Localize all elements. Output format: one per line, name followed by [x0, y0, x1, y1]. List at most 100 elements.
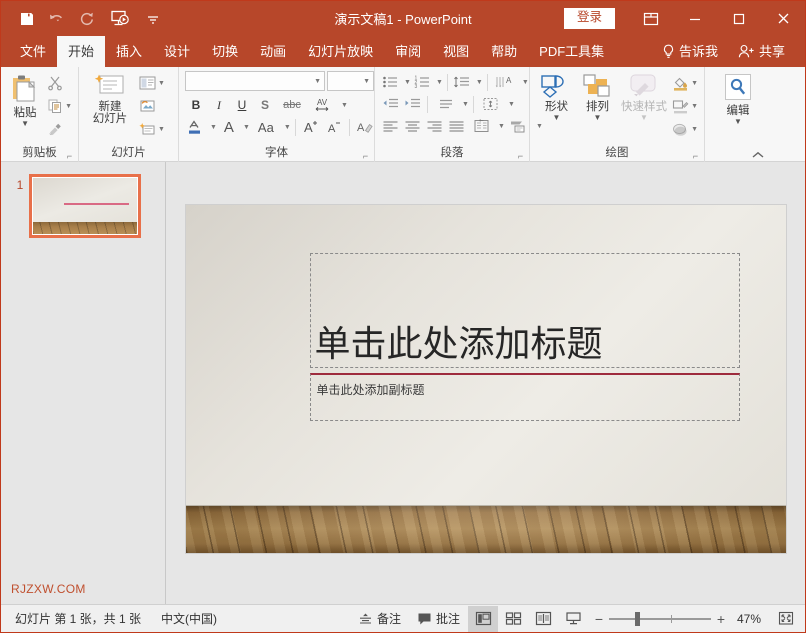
paste-dropdown-caret[interactable]: ▼	[21, 120, 29, 128]
layout-dropdown-caret[interactable]: ▼	[158, 80, 165, 87]
increase-font-size-button[interactable]: A	[300, 117, 322, 138]
new-slide-button[interactable]: 新建 幻灯片	[83, 70, 137, 125]
collapse-ribbon-button[interactable]	[751, 150, 765, 160]
tab-review[interactable]: 审阅	[384, 36, 432, 67]
bold-button[interactable]: B	[185, 95, 207, 116]
slideshow-view-button[interactable]	[558, 606, 588, 632]
zoom-slider[interactable]	[609, 611, 711, 626]
numbering-button[interactable]: 123	[412, 72, 433, 93]
align-left-button[interactable]	[380, 116, 401, 137]
character-spacing-caret[interactable]: ▼	[341, 102, 348, 109]
paragraph-spacing-button[interactable]	[432, 94, 459, 115]
language-status[interactable]: 中文(中国)	[151, 610, 227, 627]
font-size-combo[interactable]: ▼	[327, 71, 374, 91]
drawing-dialog-launcher[interactable]: ⌐	[691, 152, 700, 161]
reset-button[interactable]	[137, 95, 167, 117]
align-text-caret[interactable]: ▼	[508, 101, 515, 108]
arrange-button[interactable]: 排列 ▼	[577, 70, 618, 122]
clear-all-formatting-button[interactable]: A	[354, 117, 376, 138]
tab-design[interactable]: 设计	[153, 36, 201, 67]
tab-home[interactable]: 开始	[57, 36, 106, 67]
align-center-button[interactable]	[402, 116, 423, 137]
text-direction-button[interactable]: A	[492, 72, 519, 93]
subtitle-placeholder[interactable]: 单击此处添加副标题	[309, 373, 740, 421]
change-case-caret[interactable]: ▼	[284, 124, 291, 131]
numbering-caret[interactable]: ▼	[436, 79, 443, 86]
thumbnail-item[interactable]: 1	[1, 174, 165, 238]
line-spacing-button[interactable]	[452, 72, 473, 93]
zoom-out-button[interactable]: −	[594, 611, 604, 627]
copy-dropdown-caret[interactable]: ▼	[65, 103, 72, 110]
shape-effects-button[interactable]: ▼	[670, 118, 700, 140]
increase-indent-button[interactable]	[402, 94, 423, 115]
shape-fill-button[interactable]: ▼	[670, 72, 700, 94]
format-painter-button[interactable]	[45, 118, 74, 140]
tab-transitions[interactable]: 切换	[201, 36, 249, 67]
paragraph-dialog-launcher[interactable]: ⌐	[516, 152, 525, 161]
maximize-icon[interactable]	[717, 1, 761, 36]
shape-outline-button[interactable]: ▼	[670, 95, 700, 117]
slide-thumbnail-1[interactable]	[29, 174, 141, 238]
change-case-button[interactable]: Aa	[251, 117, 281, 138]
close-icon[interactable]	[761, 1, 805, 36]
shape-outline-caret[interactable]: ▼	[691, 103, 698, 110]
fit-slide-to-window-button[interactable]	[771, 606, 801, 632]
shapes-button[interactable]: 形状 ▼	[536, 70, 577, 122]
decrease-indent-button[interactable]	[380, 94, 401, 115]
reading-view-button[interactable]	[528, 606, 558, 632]
minimize-icon[interactable]	[673, 1, 717, 36]
justify-button[interactable]	[446, 116, 467, 137]
font-color-button[interactable]	[185, 117, 207, 138]
align-text-button[interactable]	[478, 94, 505, 115]
font-dialog-launcher[interactable]: ⌐	[361, 152, 370, 161]
save-icon[interactable]	[13, 6, 41, 32]
tab-view[interactable]: 视图	[432, 36, 480, 67]
text-highlight-caret[interactable]: ▼	[243, 124, 250, 131]
text-highlight-button[interactable]: A	[218, 117, 240, 138]
clipboard-dialog-launcher[interactable]: ⌐	[65, 152, 74, 161]
slide-editing-pane[interactable]: 单击此处添加标题 单击此处添加副标题	[166, 162, 805, 604]
italic-button[interactable]: I	[208, 95, 230, 116]
bullets-caret[interactable]: ▼	[404, 79, 411, 86]
font-name-caret[interactable]: ▼	[314, 78, 321, 85]
editing-caret[interactable]: ▼	[734, 118, 742, 126]
text-direction-caret[interactable]: ▼	[522, 79, 529, 86]
layout-button[interactable]: ▼	[137, 72, 167, 94]
shapes-caret[interactable]: ▼	[553, 114, 561, 122]
line-spacing-caret[interactable]: ▼	[476, 79, 483, 86]
underline-button[interactable]: U	[231, 95, 253, 116]
zoom-level-label[interactable]: 47%	[731, 612, 765, 626]
zoom-slider-handle[interactable]	[635, 611, 640, 626]
columns-button[interactable]	[468, 116, 495, 137]
comments-button[interactable]: 批注	[409, 606, 468, 632]
undo-icon[interactable]	[43, 6, 71, 32]
text-shadow-button[interactable]: S	[254, 95, 276, 116]
slide-canvas[interactable]: 单击此处添加标题 单击此处添加副标题	[185, 205, 786, 553]
editing-button[interactable]: 编辑 ▼	[715, 70, 761, 126]
paragraph-spacing-caret[interactable]: ▼	[462, 101, 469, 108]
slide-count-status[interactable]: 幻灯片 第 1 张，共 1 张	[5, 610, 151, 627]
strikethrough-button[interactable]: abc	[277, 95, 307, 116]
arrange-caret[interactable]: ▼	[593, 114, 601, 122]
tab-file[interactable]: 文件	[9, 36, 57, 67]
copy-button[interactable]: ▼	[45, 95, 74, 117]
section-button[interactable]: ▼	[137, 118, 167, 140]
signin-button[interactable]: 登录	[563, 8, 615, 29]
convert-to-smartart-button[interactable]	[506, 116, 533, 137]
columns-caret[interactable]: ▼	[498, 123, 505, 130]
slide-sorter-view-button[interactable]	[498, 606, 528, 632]
font-size-caret[interactable]: ▼	[363, 78, 370, 85]
align-right-button[interactable]	[424, 116, 445, 137]
notes-button[interactable]: 备注	[350, 606, 409, 632]
cut-button[interactable]	[45, 72, 74, 94]
tab-pdf-tools[interactable]: PDF工具集	[528, 36, 615, 67]
section-dropdown-caret[interactable]: ▼	[158, 126, 165, 133]
quick-styles-caret[interactable]: ▼	[640, 114, 648, 122]
quick-styles-button[interactable]: 快速样式 ▼	[618, 70, 670, 122]
character-spacing-button[interactable]: AV	[308, 95, 338, 116]
title-placeholder[interactable]: 单击此处添加标题	[309, 253, 740, 368]
customize-qat-icon[interactable]	[139, 6, 167, 32]
shape-fill-caret[interactable]: ▼	[691, 80, 698, 87]
shape-effects-caret[interactable]: ▼	[691, 126, 698, 133]
decrease-font-size-button[interactable]: A	[323, 117, 345, 138]
